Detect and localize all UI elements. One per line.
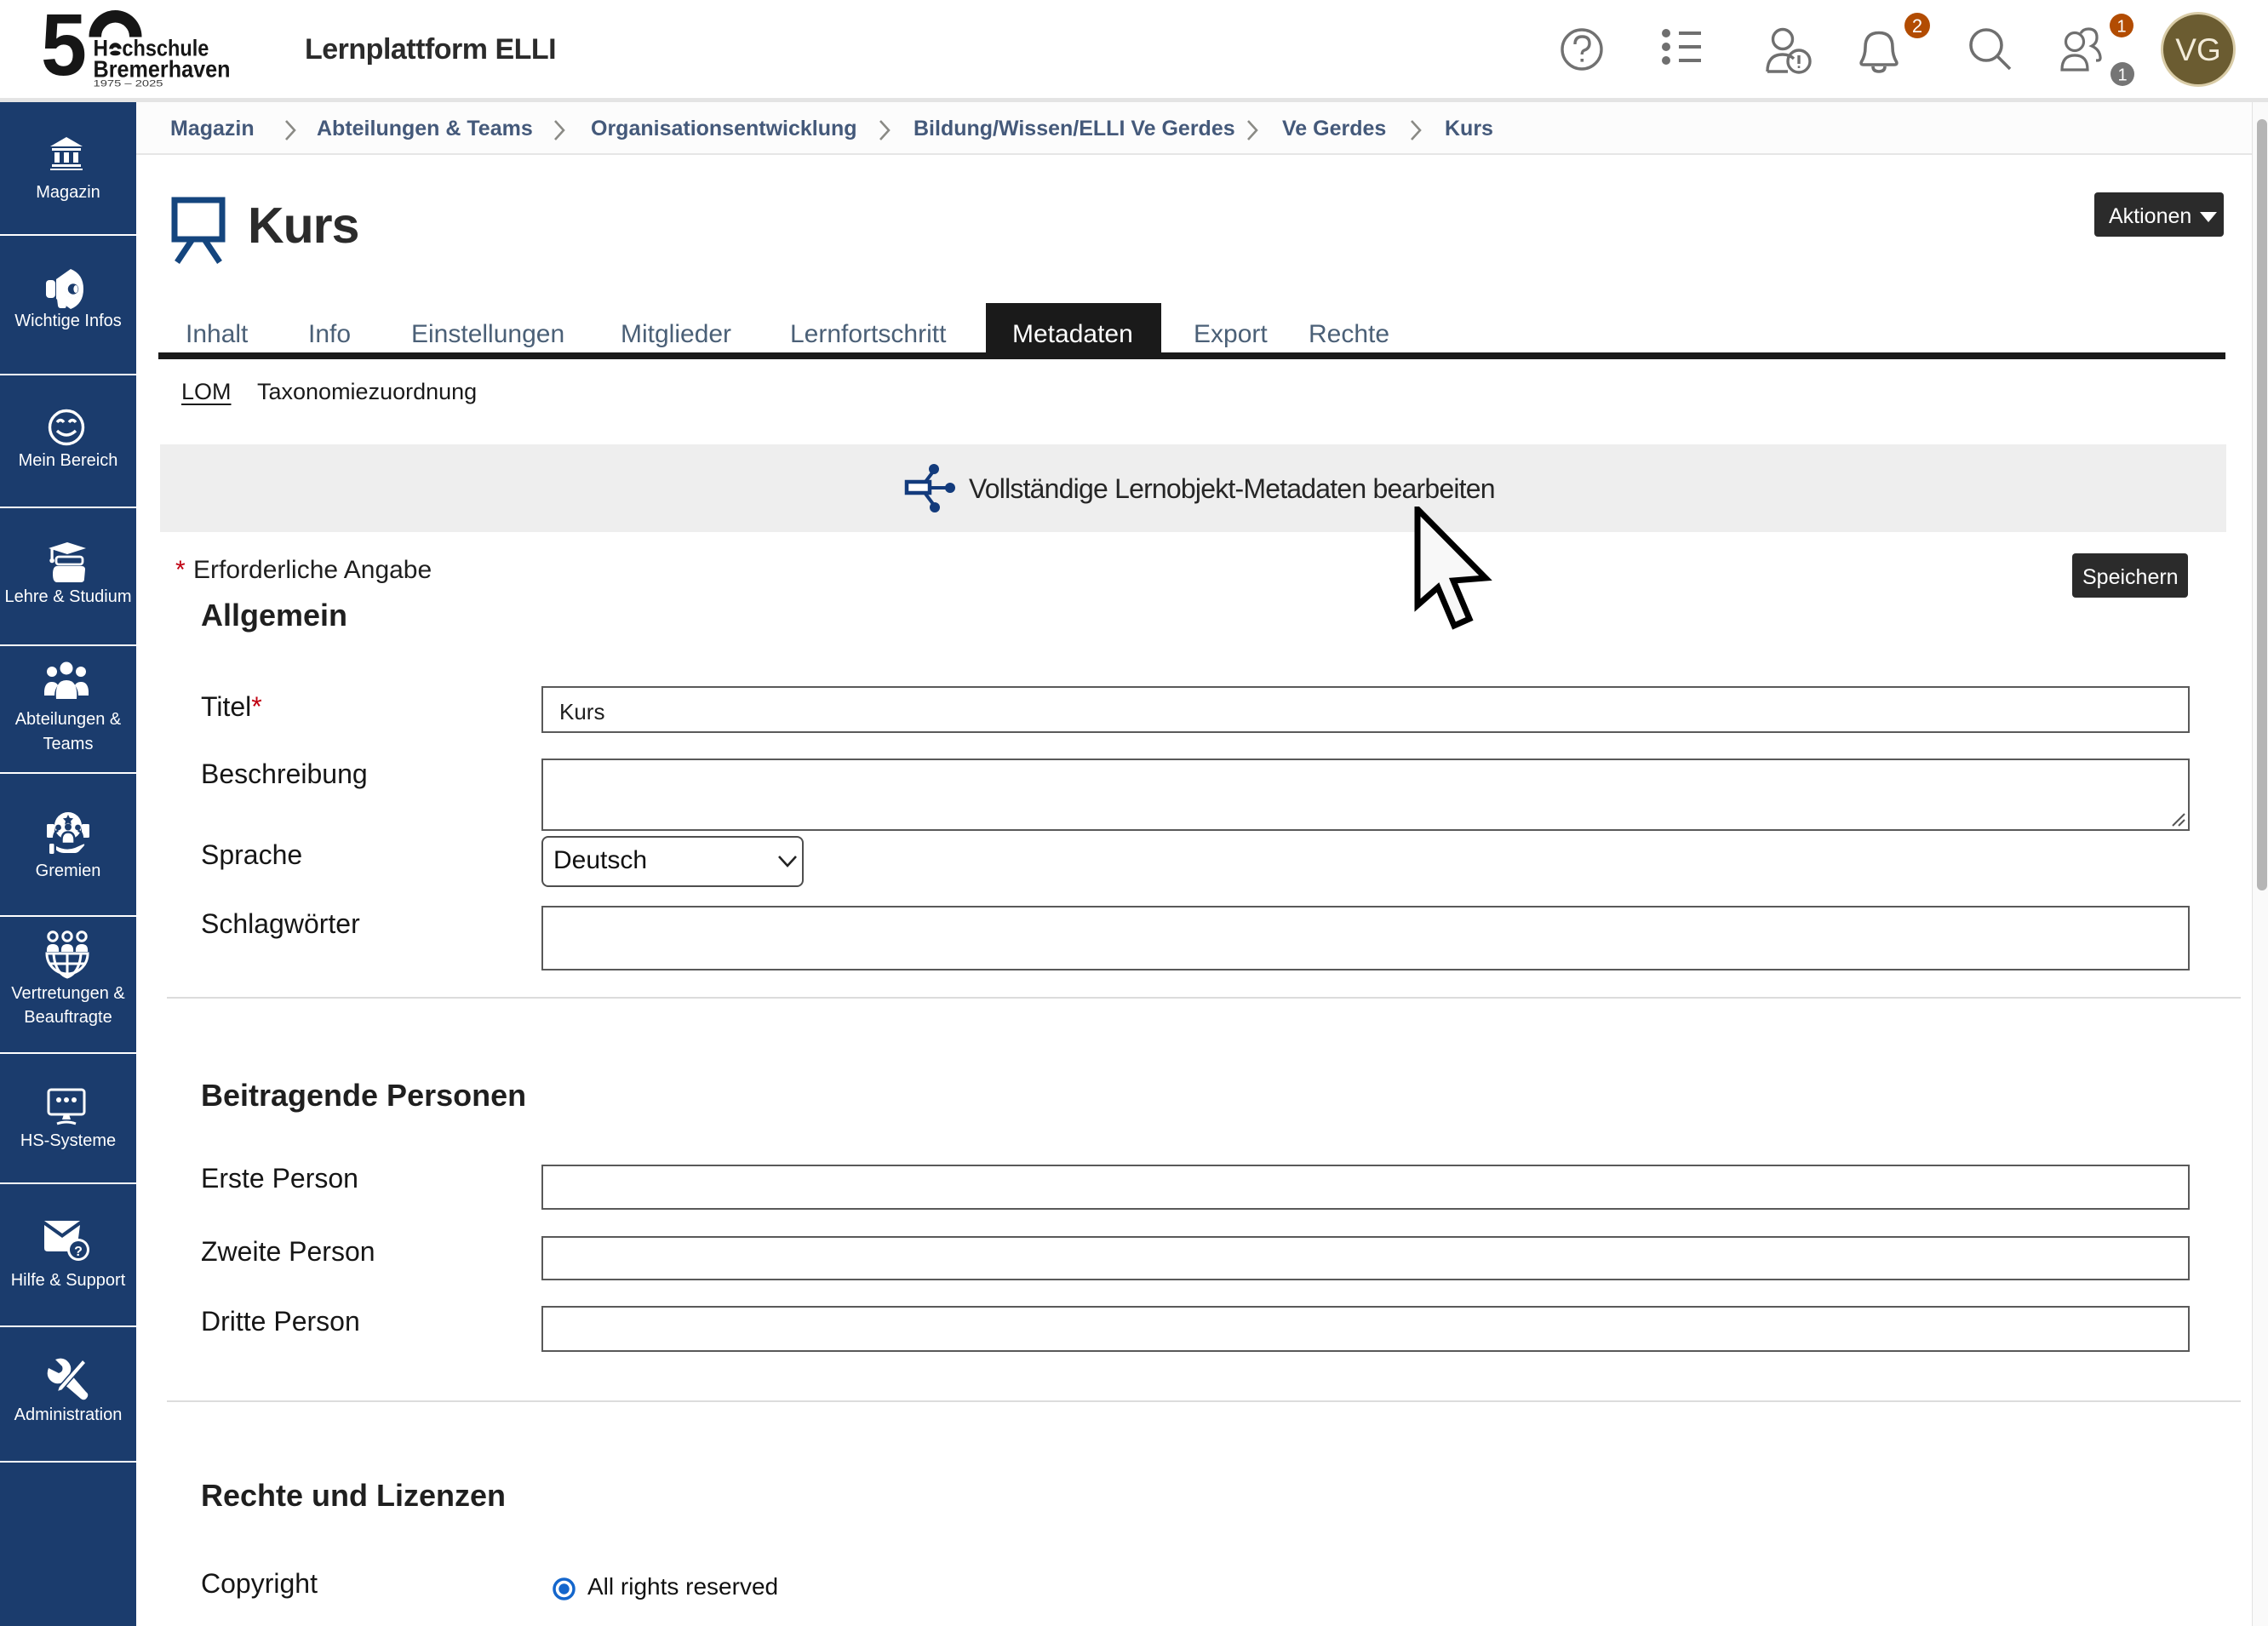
svg-text:2: 2 [1912, 15, 1922, 37]
svg-text:1975 – 2025: 1975 – 2025 [94, 79, 163, 89]
svg-text:VG: VG [2175, 32, 2220, 67]
svg-text:1: 1 [2116, 18, 2126, 37]
svg-text:?: ? [74, 1245, 83, 1259]
svg-text:1: 1 [2117, 66, 2127, 85]
svg-text:5: 5 [41, 0, 87, 94]
